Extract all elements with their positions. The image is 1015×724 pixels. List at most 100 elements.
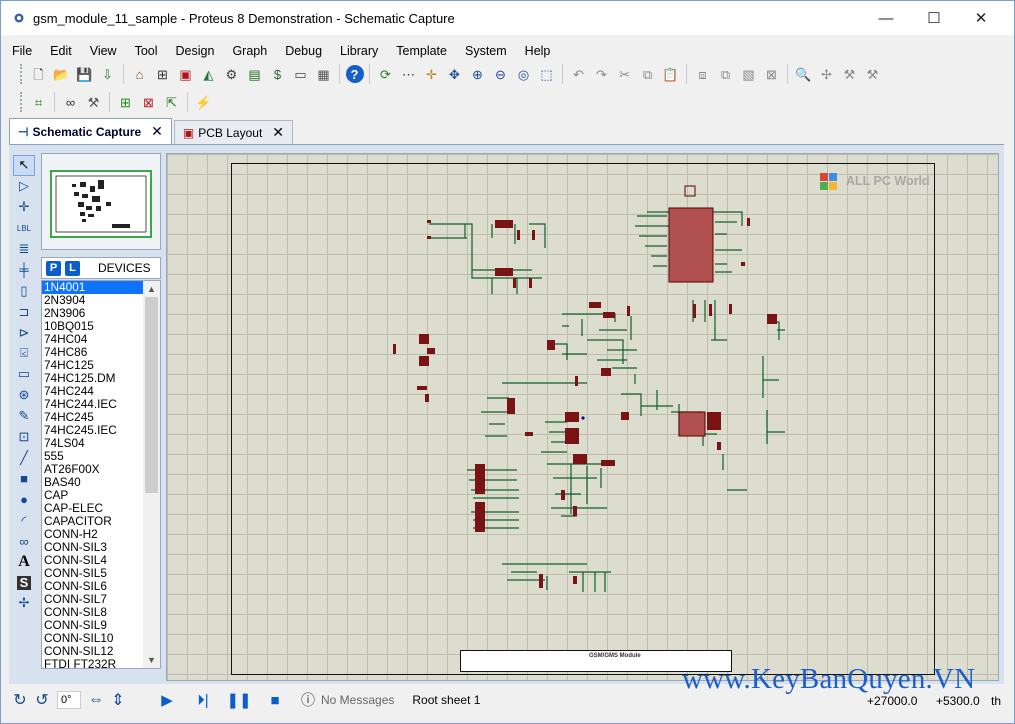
block-delete-icon[interactable]: ⊠ <box>762 64 782 84</box>
copy-icon[interactable]: ⧉ <box>638 64 658 84</box>
buses-icon[interactable]: ╪ <box>13 259 35 280</box>
minimize-button[interactable]: — <box>863 1 909 35</box>
device-list-scrollbar[interactable]: ▲ ▼ <box>143 281 160 668</box>
tab-close-icon[interactable]: ✕ <box>272 124 284 141</box>
decompose-icon[interactable]: ⚒ <box>863 64 883 84</box>
device-pins-icon[interactable]: ⊳ <box>13 322 35 343</box>
menu-help[interactable]: Help <box>514 44 558 58</box>
pick-devices-button[interactable]: P <box>46 260 61 276</box>
symbol-icon[interactable]: S <box>17 575 31 590</box>
menu-library[interactable]: Library <box>329 44 385 58</box>
terminals-icon[interactable]: ⊐ <box>13 301 35 322</box>
text-script-icon[interactable]: ≣ <box>13 239 35 260</box>
line-icon[interactable]: ╱ <box>13 447 35 468</box>
source-code-icon[interactable]: ▭ <box>291 64 311 84</box>
virtual-instruments-icon[interactable]: ⊡ <box>13 427 35 448</box>
overview-window[interactable] <box>41 153 161 250</box>
scroll-thumb[interactable] <box>145 297 158 493</box>
device-list-item[interactable]: FTDI FT232R <box>42 658 143 669</box>
text-icon[interactable]: A <box>13 552 35 573</box>
path-icon[interactable]: ∞ <box>13 531 35 552</box>
property-tool-icon[interactable]: ⚒ <box>84 92 104 112</box>
voltage-probe-icon[interactable]: ✎ <box>13 406 35 427</box>
menu-file[interactable]: File <box>1 44 39 58</box>
play-simulation-icon[interactable]: ▶ <box>155 689 179 711</box>
zoom-all-icon[interactable]: ◎ <box>514 64 534 84</box>
refresh-icon[interactable]: ⟳ <box>376 64 396 84</box>
open-folder-icon[interactable]: 📂 <box>52 64 72 84</box>
mirror-vertical-icon[interactable]: ⇕ <box>107 689 129 711</box>
tab-pcb-layout[interactable]: ▣ PCB Layout ✕ <box>173 120 294 144</box>
tab-schematic-capture[interactable]: ⊣ Schematic Capture ✕ <box>9 118 172 144</box>
new-sheet-icon[interactable]: ⊞ <box>116 92 136 112</box>
maximize-button[interactable]: ☐ <box>911 1 957 35</box>
help-icon[interactable]: ? <box>345 65 364 83</box>
rotate-clockwise-icon[interactable]: ↻ <box>9 689 31 711</box>
block-rotate-icon[interactable]: ▧ <box>739 64 759 84</box>
menu-debug[interactable]: Debug <box>274 44 329 58</box>
paste-icon[interactable]: 📋 <box>661 64 681 84</box>
menu-design[interactable]: Design <box>165 44 222 58</box>
subcircuit-icon[interactable]: ▯ <box>13 280 35 301</box>
remove-sheet-icon[interactable]: ⊠ <box>139 92 159 112</box>
origin-icon[interactable]: ✛ <box>422 64 442 84</box>
schematic-canvas[interactable]: GSM/GMS Module <box>166 153 999 681</box>
scroll-up-icon[interactable]: ▲ <box>143 282 160 296</box>
redo-icon[interactable]: ↷ <box>592 64 612 84</box>
schematic-icon[interactable]: ⊞ <box>153 64 173 84</box>
import-icon[interactable]: ⇩ <box>98 64 118 84</box>
library-manager-button[interactable]: L <box>65 260 80 276</box>
circle-icon[interactable]: ● <box>13 489 35 510</box>
graph-mode-icon[interactable]: ⍃ <box>13 343 35 364</box>
pan-icon[interactable]: ✥ <box>445 64 465 84</box>
notes-icon[interactable]: ▦ <box>314 64 334 84</box>
block-move-icon[interactable]: ⧉ <box>716 64 736 84</box>
wire-label-icon[interactable]: LBL <box>13 218 35 239</box>
tab-close-icon[interactable]: ✕ <box>151 123 163 140</box>
menu-system[interactable]: System <box>454 44 514 58</box>
menu-view[interactable]: View <box>79 44 124 58</box>
proteus-app-icon[interactable] <box>11 10 27 26</box>
step-simulation-icon[interactable]: ⏵| <box>191 689 215 711</box>
scroll-down-icon[interactable]: ▼ <box>143 653 160 667</box>
junction-dot-icon[interactable]: ✛ <box>13 197 35 218</box>
pcb-icon[interactable]: ▣ <box>176 64 196 84</box>
toolbar-grip[interactable] <box>20 64 24 84</box>
block-copy-icon[interactable]: ⧈ <box>693 64 713 84</box>
bom-icon[interactable]: $ <box>268 64 288 84</box>
generator-icon[interactable]: ⊛ <box>13 385 35 406</box>
menu-edit[interactable]: Edit <box>39 44 79 58</box>
messages-indicator[interactable]: ⓘ No Messages <box>301 690 394 710</box>
new-file-icon[interactable]: 🗋 <box>29 64 49 84</box>
rotate-anticlockwise-icon[interactable]: ↺ <box>31 689 53 711</box>
device-list[interactable]: 1N4001 2N3904 2N3906 10BQ015 74HC04 74HC86 74H… <box>41 280 161 669</box>
electrical-rules-icon[interactable]: ⚡ <box>194 92 214 112</box>
pick-device-icon[interactable]: 🔍 <box>794 64 814 84</box>
menu-tool[interactable]: Tool <box>124 44 165 58</box>
rotation-angle-field[interactable]: 0° <box>57 691 81 709</box>
pause-simulation-icon[interactable]: ❚❚ <box>226 689 251 711</box>
design-explorer-icon[interactable]: ▤ <box>245 64 265 84</box>
exit-to-parent-icon[interactable]: ⇱ <box>162 92 182 112</box>
marker-icon[interactable]: ✢ <box>13 593 35 614</box>
menu-template[interactable]: Template <box>385 44 454 58</box>
binoculars-icon[interactable]: ∞ <box>61 92 81 112</box>
home-icon[interactable]: ⌂ <box>130 64 150 84</box>
gerber-icon[interactable]: ⚙ <box>222 64 242 84</box>
zoom-area-icon[interactable]: ⬚ <box>537 64 557 84</box>
arc-icon[interactable]: ◜ <box>13 510 35 531</box>
undo-icon[interactable]: ↶ <box>569 64 589 84</box>
mirror-horizontal-icon[interactable]: ⇔ <box>85 689 107 711</box>
stop-simulation-icon[interactable]: ■ <box>263 689 287 711</box>
grid-icon[interactable]: ⋯ <box>399 64 419 84</box>
tape-recorder-icon[interactable]: ▭ <box>13 364 35 385</box>
menu-graph[interactable]: Graph <box>221 44 274 58</box>
cut-icon[interactable]: ✂ <box>615 64 635 84</box>
schematic-drawing[interactable] <box>167 154 999 681</box>
packaging-tool-icon[interactable]: ⚒ <box>840 64 860 84</box>
selection-mode-icon[interactable]: ↖ <box>13 155 35 176</box>
design-explorer-icon[interactable]: ⌗ <box>29 92 49 112</box>
make-device-icon[interactable]: ✢ <box>817 64 837 84</box>
zoom-in-icon[interactable]: ⊕ <box>468 64 488 84</box>
zoom-out-icon[interactable]: ⊖ <box>491 64 511 84</box>
